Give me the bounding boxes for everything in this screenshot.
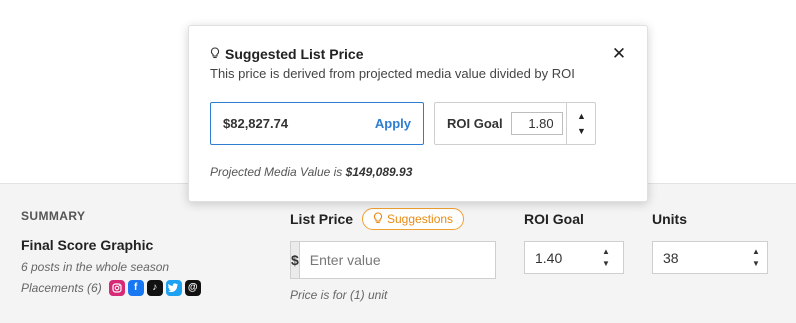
lightbulb-icon (210, 46, 220, 62)
popover-subtitle: This price is derived from projected med… (210, 66, 575, 81)
popover-roi-input[interactable] (510, 112, 563, 135)
increment-arrow-icon[interactable]: ▲ (602, 246, 610, 258)
suggestions-label: Suggestions (387, 212, 454, 226)
summary-panel: SUMMARY Final Score Graphic 6 posts in t… (0, 183, 796, 323)
close-icon[interactable]: ✕ (611, 45, 627, 62)
suggested-price-popover: Suggested List Price This price is deriv… (188, 25, 648, 202)
posts-note: 6 posts in the whole season (21, 260, 170, 274)
decrement-arrow-icon[interactable]: ▼ (752, 258, 760, 270)
lightbulb-icon (373, 211, 383, 227)
suggestions-button[interactable]: Suggestions (362, 208, 465, 230)
increment-arrow-icon[interactable]: ▲ (752, 246, 760, 258)
instagram-icon[interactable] (108, 280, 125, 296)
pmv-value: $149,089.93 (345, 165, 413, 179)
list-price-input-group: $ (290, 241, 501, 279)
tiktok-icon[interactable]: ♪ (146, 280, 163, 296)
summary-heading: SUMMARY (21, 209, 86, 223)
placements-label: Placements (6) (21, 281, 102, 295)
units-stepper: ▲ ▼ (652, 241, 768, 274)
suggested-price-field: $82,827.74 Apply (210, 102, 424, 145)
item-title: Final Score Graphic (21, 237, 154, 253)
pmv-prefix: Projected Media Value is (210, 165, 343, 179)
roi-goal-arrows: ▲ ▼ (595, 242, 617, 273)
apply-button[interactable]: Apply (375, 116, 411, 131)
price-unit-note: Price is for (1) unit (290, 288, 388, 302)
roi-goal-label: ROI Goal (524, 211, 584, 227)
projected-media-value-note: Projected Media Value is $149,089.93 (210, 165, 412, 179)
suggested-price-value: $82,827.74 (223, 116, 289, 131)
currency-prefix: $ (291, 242, 300, 278)
popover-roi-label: ROI Goal (447, 116, 503, 131)
twitter-icon[interactable] (165, 280, 182, 296)
increment-arrow-icon[interactable]: ▲ (577, 109, 586, 124)
roi-goal-stepper: ▲ ▼ (524, 241, 624, 274)
units-arrows: ▲ ▼ (745, 242, 767, 273)
units-input[interactable] (653, 249, 745, 266)
decrement-arrow-icon[interactable]: ▼ (602, 258, 610, 270)
list-price-input[interactable] (299, 242, 501, 278)
threads-icon[interactable]: @ (184, 280, 201, 296)
facebook-icon[interactable]: f (127, 280, 144, 296)
roi-goal-input[interactable] (525, 249, 595, 266)
popover-title-text: Suggested List Price (225, 46, 364, 62)
list-price-label: List Price (290, 211, 354, 227)
popover-roi-stepper: ▲ ▼ (566, 102, 596, 145)
placements-row: Placements (6) f ♪ @ (21, 280, 201, 296)
decrement-arrow-icon[interactable]: ▼ (577, 124, 586, 139)
units-label: Units (652, 211, 687, 227)
popover-title: Suggested List Price (210, 46, 363, 62)
